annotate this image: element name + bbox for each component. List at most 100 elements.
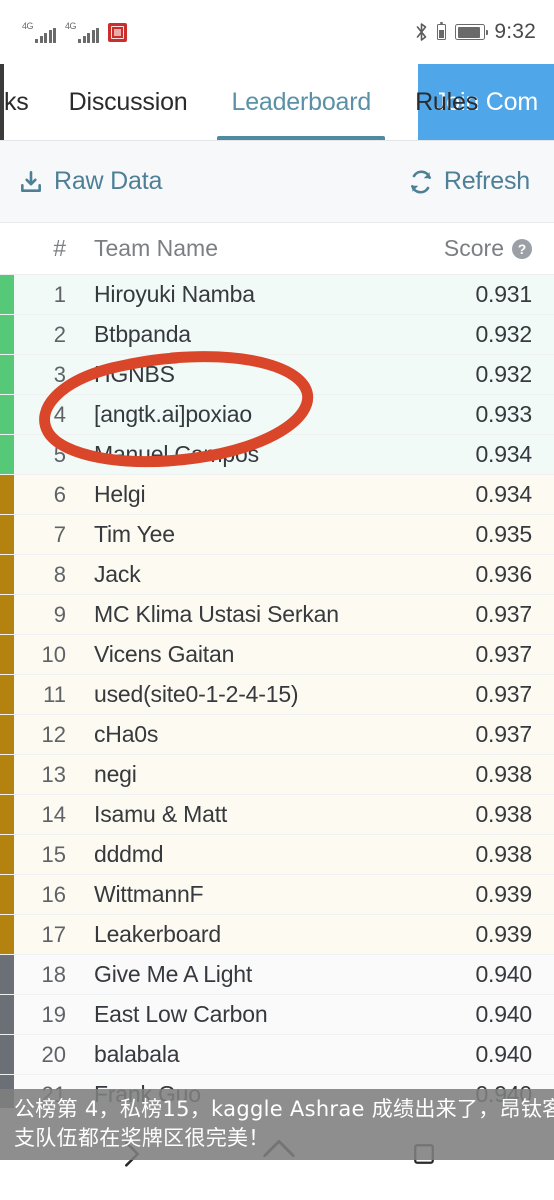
bluetooth-icon: [417, 23, 427, 41]
row-score: 0.938: [475, 841, 532, 867]
table-row[interactable]: 18 Give Me A Light 0.940: [0, 955, 554, 995]
cellular-signal-2-icon: 4G: [65, 21, 100, 43]
battery-small-icon: [437, 22, 447, 40]
refresh-button[interactable]: Refresh: [408, 167, 530, 196]
signal-bars-2: [78, 28, 100, 43]
status-bar: 4G 4G 9:32: [0, 0, 554, 64]
tab-discussion-label: Discussion: [68, 87, 188, 116]
table-row[interactable]: 10 Vicens Gaitan 0.937: [0, 635, 554, 675]
row-score: 0.931: [475, 281, 532, 307]
table-row[interactable]: 19 East Low Carbon 0.940: [0, 995, 554, 1035]
tier-bar-green: [0, 355, 14, 394]
row-rank: 12: [41, 721, 66, 747]
row-rank: 16: [41, 881, 66, 907]
row-rank: 15: [41, 841, 66, 867]
tier-bar-gold: [0, 555, 14, 594]
row-rank: 17: [41, 921, 66, 947]
tab-rules[interactable]: Rules: [393, 64, 500, 140]
row-score: 0.938: [475, 761, 532, 787]
network-type-1-label: 4G: [22, 21, 34, 31]
home-indicator-pill[interactable]: [184, 1177, 370, 1186]
row-team-name[interactable]: MC Klima Ustasi Serkan: [76, 601, 394, 628]
row-team-name[interactable]: negi: [76, 761, 394, 788]
column-header-team-name[interactable]: Team Name: [76, 235, 394, 262]
column-header-score[interactable]: Score ?: [394, 235, 554, 262]
row-team-name[interactable]: Helgi: [76, 481, 394, 508]
table-row[interactable]: 3 HGNBS 0.932: [0, 355, 554, 395]
table-row[interactable]: 11 used(site0-1-2-4-15) 0.937: [0, 675, 554, 715]
caption-overlay: 公榜第 4，私榜15，kaggle Ashrae 成绩出来了，昂钛客七 支队伍都…: [0, 1089, 554, 1160]
row-score: 0.939: [475, 921, 532, 947]
tier-bar-gold: [0, 875, 14, 914]
row-rank: 13: [41, 761, 66, 787]
tier-bar-gold: [0, 755, 14, 794]
table-row[interactable]: 5 Manuel Campos 0.934: [0, 435, 554, 475]
row-team-name[interactable]: balabala: [76, 1041, 394, 1068]
row-team-name[interactable]: HGNBS: [76, 361, 394, 388]
row-team-name[interactable]: Hiroyuki Namba: [76, 281, 394, 308]
row-score: 0.936: [475, 561, 532, 587]
caption-line-2: 支队伍都在奖牌区很完美！: [14, 1125, 270, 1150]
row-score: 0.937: [475, 641, 532, 667]
help-circle-icon[interactable]: ?: [512, 238, 532, 259]
row-score: 0.940: [475, 961, 532, 987]
tab-leaderboard[interactable]: Leaderboard: [209, 64, 393, 140]
row-score: 0.939: [475, 881, 532, 907]
row-rank: 8: [53, 561, 66, 587]
row-rank: 1: [53, 281, 66, 307]
row-team-name[interactable]: Give Me A Light: [76, 961, 394, 988]
row-score: 0.940: [475, 1001, 532, 1027]
tier-bar-silver: [0, 1035, 14, 1074]
table-row[interactable]: 14 Isamu & Matt 0.938: [0, 795, 554, 835]
leaderboard-rows: 1 Hiroyuki Namba 0.931 2 Btbpanda 0.932 3 HGNBS…: [0, 275, 554, 1115]
leaderboard-toolbar: Raw Data Refresh: [0, 141, 554, 223]
row-rank: 14: [41, 801, 66, 827]
table-row[interactable]: 16 WittmannF 0.939: [0, 875, 554, 915]
row-team-name[interactable]: WittmannF: [76, 881, 394, 908]
row-rank: 18: [41, 961, 66, 987]
tab-discussion[interactable]: Discussion: [47, 64, 210, 140]
row-team-name[interactable]: dddmd: [76, 841, 394, 868]
table-row[interactable]: 2 Btbpanda 0.932: [0, 315, 554, 355]
tab-bar: ks Discussion Leaderboard Rules Join Com: [0, 64, 554, 141]
raw-data-label: Raw Data: [54, 167, 163, 195]
row-team-name[interactable]: Btbpanda: [76, 321, 394, 348]
row-team-name[interactable]: Jack: [76, 561, 394, 588]
table-row[interactable]: 6 Helgi 0.934: [0, 475, 554, 515]
row-team-name[interactable]: Isamu & Matt: [76, 801, 394, 828]
row-score: 0.934: [475, 441, 532, 467]
row-rank: 10: [41, 641, 66, 667]
row-team-name[interactable]: Leakerboard: [76, 921, 394, 948]
row-score: 0.932: [475, 321, 532, 347]
tier-bar-silver: [0, 995, 14, 1034]
refresh-icon: [410, 169, 431, 194]
table-row[interactable]: 15 dddmd 0.938: [0, 835, 554, 875]
table-row[interactable]: 17 Leakerboard 0.939: [0, 915, 554, 955]
table-row[interactable]: 12 cHa0s 0.937: [0, 715, 554, 755]
leaderboard-table-header: # Team Name Score ?: [0, 223, 554, 275]
row-team-name[interactable]: East Low Carbon: [76, 1001, 394, 1028]
table-row[interactable]: 4 [angtk.ai]poxiao 0.933: [0, 395, 554, 435]
row-team-name[interactable]: used(site0-1-2-4-15): [76, 681, 394, 708]
row-team-name[interactable]: Tim Yee: [76, 521, 394, 548]
red-app-icon: [108, 22, 128, 42]
row-team-name[interactable]: cHa0s: [76, 721, 394, 748]
tab-notebooks[interactable]: ks: [4, 64, 47, 140]
row-team-name[interactable]: Manuel Campos: [76, 441, 394, 468]
row-team-name[interactable]: Vicens Gaitan: [76, 641, 394, 668]
tier-bar-gold: [0, 475, 14, 514]
raw-data-button[interactable]: Raw Data: [18, 167, 162, 196]
table-row[interactable]: 20 balabala 0.940: [0, 1035, 554, 1075]
row-score: 0.934: [475, 481, 532, 507]
table-row[interactable]: 8 Jack 0.936: [0, 555, 554, 595]
row-score: 0.935: [475, 521, 532, 547]
table-row[interactable]: 9 MC Klima Ustasi Serkan 0.937: [0, 595, 554, 635]
column-header-rank[interactable]: #: [14, 235, 76, 262]
tier-bar-gold: [0, 635, 14, 674]
status-bar-right: 9:32: [415, 20, 536, 44]
table-row[interactable]: 7 Tim Yee 0.935: [0, 515, 554, 555]
row-team-name[interactable]: [angtk.ai]poxiao: [76, 401, 394, 428]
table-row[interactable]: 13 negi 0.938: [0, 755, 554, 795]
table-row[interactable]: 1 Hiroyuki Namba 0.931: [0, 275, 554, 315]
caption-line-1: 公榜第 4，私榜15，kaggle Ashrae 成绩出来了，昂钛客七: [14, 1097, 554, 1122]
